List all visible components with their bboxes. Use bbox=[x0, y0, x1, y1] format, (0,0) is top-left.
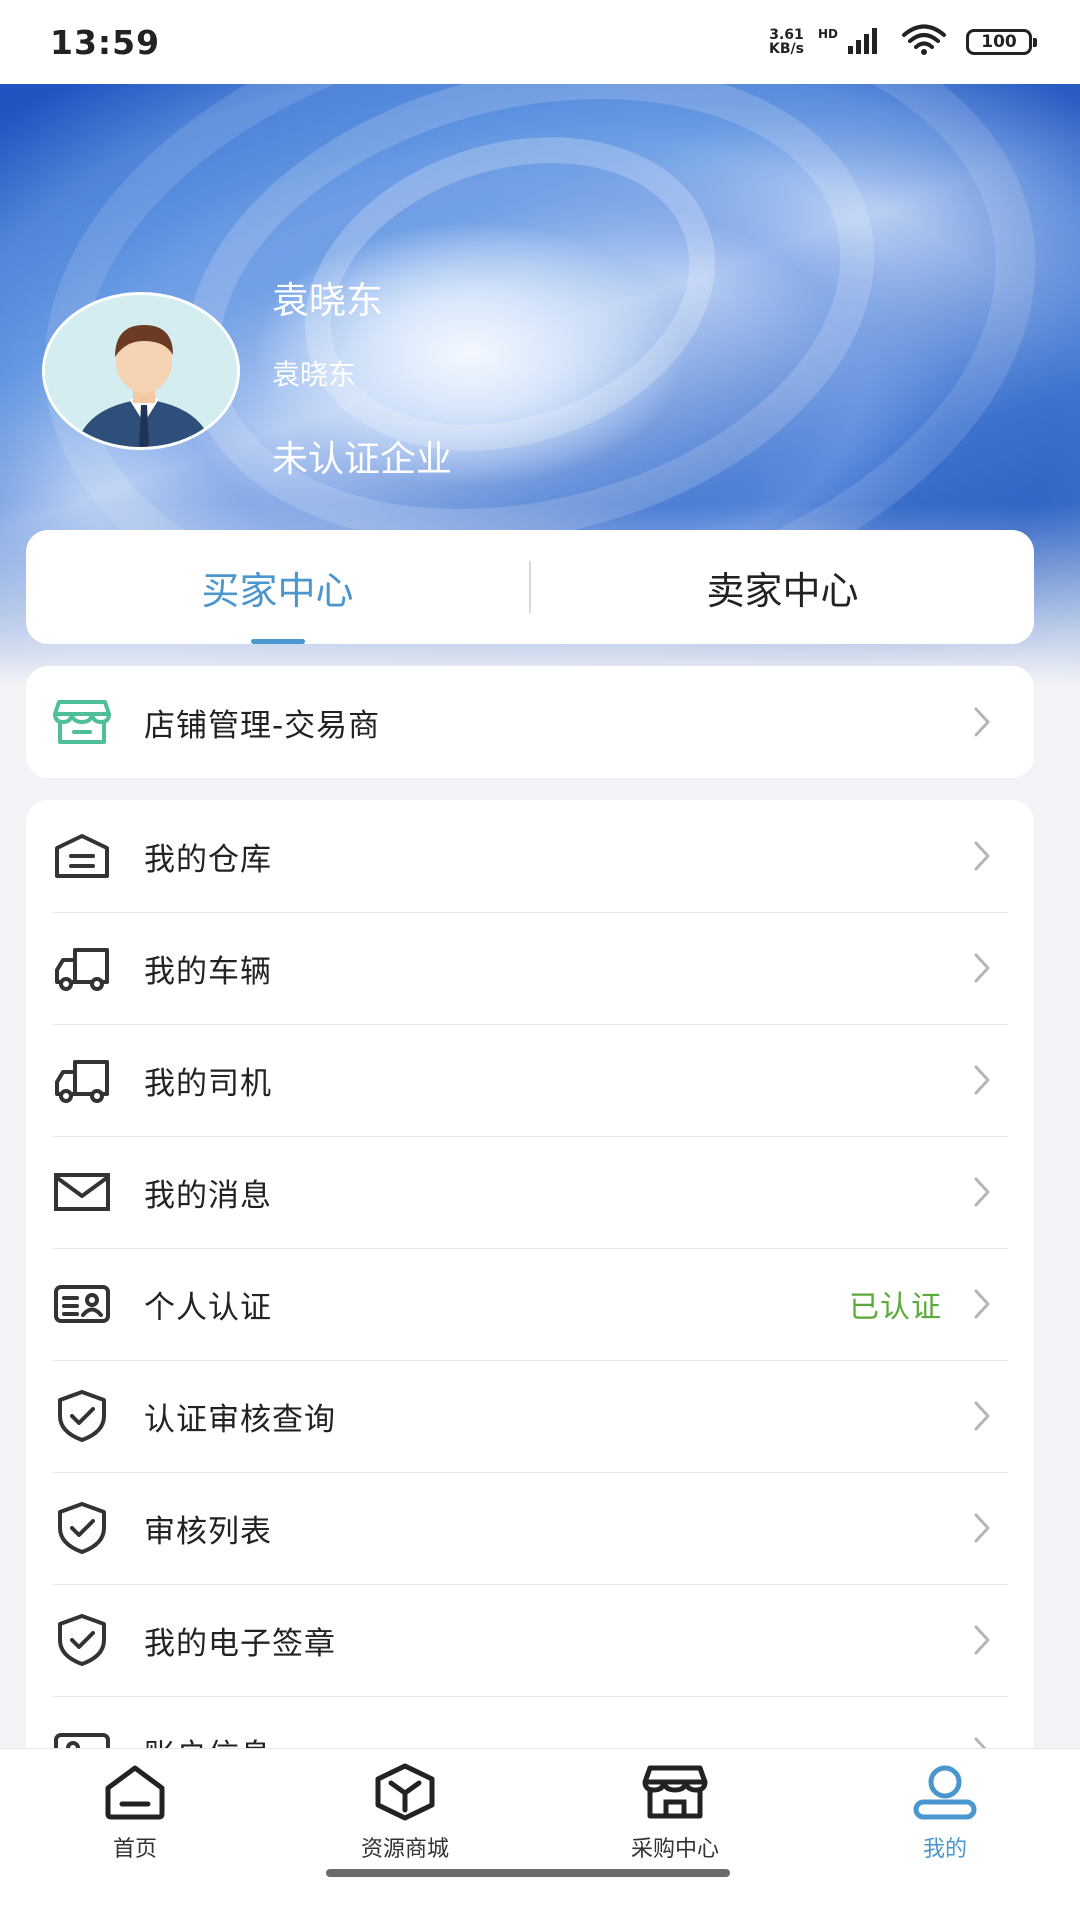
battery-level: 100 bbox=[981, 32, 1017, 52]
menu-item-verification-query[interactable]: 认证审核查询 bbox=[26, 1360, 1034, 1472]
chevron-right-icon bbox=[970, 836, 994, 876]
tab-buyer-center[interactable]: 买家中心 bbox=[26, 530, 529, 644]
verification-status: 未认证企业 bbox=[272, 439, 453, 480]
user-name: 袁晓东 bbox=[272, 279, 383, 322]
home-indicator[interactable] bbox=[326, 1869, 730, 1877]
shield-check-icon bbox=[52, 1386, 112, 1446]
menu-item-label: 个人认证 bbox=[144, 1289, 272, 1326]
chevron-right-icon bbox=[970, 1396, 994, 1436]
nav-mine[interactable]: 我的 bbox=[810, 1749, 1080, 1920]
bottom-nav: 首页 资源商城 采购中心 我的 bbox=[0, 1748, 1080, 1920]
menu-item-warehouse[interactable]: 我的仓库 bbox=[26, 800, 1034, 912]
menu-item-personal-verification[interactable]: 个人认证 已认证 bbox=[26, 1248, 1034, 1360]
store-icon bbox=[52, 692, 112, 752]
warehouse-icon bbox=[52, 826, 112, 886]
shop-icon bbox=[640, 1761, 710, 1823]
truck-icon bbox=[52, 1050, 112, 1110]
menu-item-label: 店铺管理-交易商 bbox=[144, 707, 381, 744]
nav-label: 首页 bbox=[112, 1837, 157, 1862]
menu-item-vehicles[interactable]: 我的车辆 bbox=[26, 912, 1034, 1024]
network-speed-value: 3.61 bbox=[769, 27, 804, 43]
menu-item-drivers[interactable]: 我的司机 bbox=[26, 1024, 1034, 1136]
menu-item-label: 我的司机 bbox=[144, 1065, 272, 1102]
hd-label: HD bbox=[817, 27, 838, 41]
nav-home[interactable]: 首页 bbox=[0, 1749, 270, 1920]
menu-item-label: 我的电子签章 bbox=[144, 1625, 336, 1662]
menu-item-label: 审核列表 bbox=[144, 1513, 272, 1550]
store-management-card: 店铺管理-交易商 bbox=[26, 666, 1034, 778]
chevron-right-icon bbox=[970, 1284, 994, 1324]
nav-label: 我的 bbox=[922, 1837, 967, 1862]
menu-item-label: 认证审核查询 bbox=[144, 1401, 336, 1438]
id-card-icon bbox=[52, 1274, 112, 1334]
user-subtitle: 袁晓东 bbox=[272, 358, 357, 391]
menu-item-store-management[interactable]: 店铺管理-交易商 bbox=[26, 666, 1034, 778]
tab-seller-center-label: 卖家中心 bbox=[706, 568, 859, 613]
nav-label: 采购中心 bbox=[630, 1837, 719, 1862]
shield-check-icon bbox=[52, 1498, 112, 1558]
nav-resource-mall[interactable]: 资源商城 bbox=[270, 1749, 540, 1920]
network-speed: 3.61 KB/s bbox=[769, 28, 804, 56]
menu-item-messages[interactable]: 我的消息 bbox=[26, 1136, 1034, 1248]
status-icons: 3.61 KB/s HD 100 bbox=[769, 24, 1037, 60]
center-switch: 买家中心 卖家中心 bbox=[26, 530, 1034, 644]
wifi-icon bbox=[902, 24, 946, 60]
battery-icon: 100 bbox=[966, 29, 1037, 55]
box-icon bbox=[370, 1761, 440, 1823]
menu-item-label: 我的消息 bbox=[144, 1177, 272, 1214]
status-time: 13:59 bbox=[50, 22, 161, 62]
menu-item-review-list[interactable]: 审核列表 bbox=[26, 1472, 1034, 1584]
verified-status: 已认证 bbox=[849, 1290, 942, 1325]
screen: 13:59 3.61 KB/s HD 100 袁晓东 袁晓东 未认证企业 买家中… bbox=[0, 0, 1080, 1920]
signal-icon bbox=[848, 26, 884, 58]
chevron-right-icon bbox=[970, 702, 994, 742]
chevron-right-icon bbox=[970, 1172, 994, 1212]
menu-item-label: 我的车辆 bbox=[144, 953, 272, 990]
chevron-right-icon bbox=[970, 1620, 994, 1660]
avatar[interactable] bbox=[42, 292, 240, 450]
tab-buyer-center-label: 买家中心 bbox=[201, 568, 354, 613]
nav-procurement-center[interactable]: 采购中心 bbox=[540, 1749, 810, 1920]
menu-item-e-signature[interactable]: 我的电子签章 bbox=[26, 1584, 1034, 1696]
menu-item-label: 我的仓库 bbox=[144, 841, 272, 878]
nav-label: 资源商城 bbox=[360, 1837, 449, 1862]
chevron-right-icon bbox=[970, 1508, 994, 1548]
mail-icon bbox=[52, 1162, 112, 1222]
truck-icon bbox=[52, 938, 112, 998]
user-icon bbox=[910, 1761, 980, 1823]
home-icon bbox=[100, 1761, 170, 1823]
chevron-right-icon bbox=[970, 948, 994, 988]
tab-seller-center[interactable]: 卖家中心 bbox=[531, 530, 1034, 644]
network-speed-unit: KB/s bbox=[769, 41, 804, 57]
chevron-right-icon bbox=[970, 1060, 994, 1100]
shield-check-icon bbox=[52, 1610, 112, 1670]
status-bar: 13:59 3.61 KB/s HD 100 bbox=[0, 0, 1080, 84]
avatar-illustration bbox=[45, 295, 237, 447]
